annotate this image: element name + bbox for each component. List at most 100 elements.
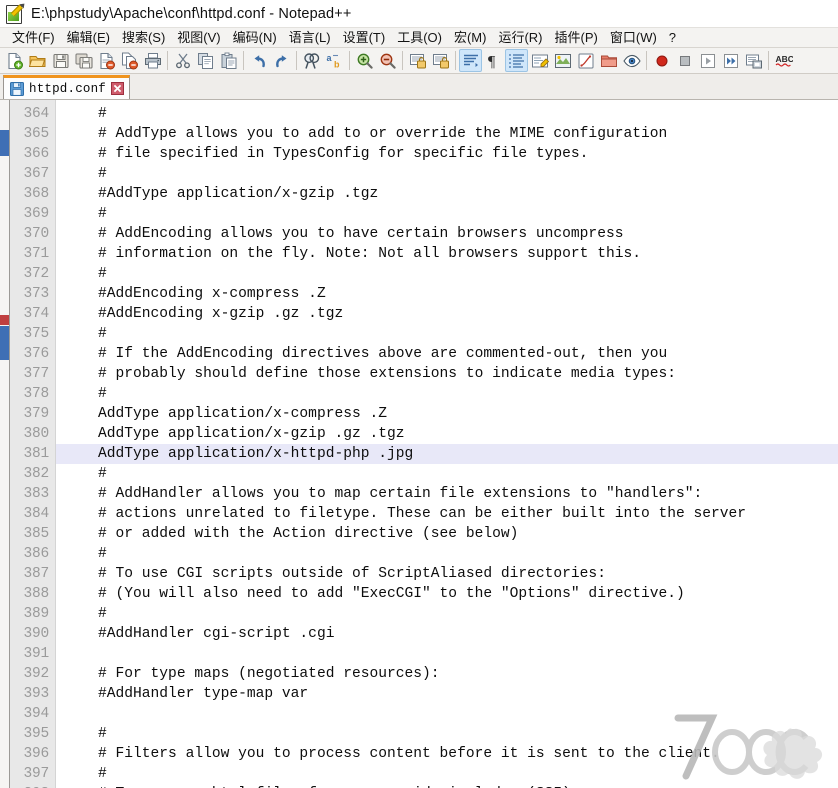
svg-text:ABC: ABC xyxy=(775,54,793,64)
close-all-icon[interactable] xyxy=(118,49,141,72)
code-line: # If the AddEncoding directives above ar… xyxy=(98,346,668,362)
code-line: # xyxy=(98,466,107,482)
zoom-out-icon[interactable] xyxy=(376,49,399,72)
undo-icon[interactable] xyxy=(247,49,270,72)
menu-run[interactable]: 运行(R) xyxy=(492,28,548,47)
menu-language[interactable]: 语言(L) xyxy=(283,28,337,47)
macro-save-icon[interactable] xyxy=(742,49,765,72)
sync-vertical-scroll-icon[interactable] xyxy=(406,49,429,72)
menu-view[interactable]: 视图(V) xyxy=(171,28,226,47)
floppy-save-icon xyxy=(10,81,24,96)
zoom-in-icon[interactable] xyxy=(353,49,376,72)
menu-file[interactable]: 文件(F) xyxy=(6,28,61,47)
line-number: 370 xyxy=(23,226,49,242)
code-line: # file specified in TypesConfig for spec… xyxy=(98,146,589,162)
line-number: 395 xyxy=(23,726,49,742)
user-defined-language-icon[interactable] xyxy=(528,49,551,72)
menu-window[interactable]: 窗口(W) xyxy=(604,28,663,47)
line-number: 389 xyxy=(23,606,49,622)
tab-bar: httpd.conf xyxy=(0,74,838,100)
code-line: # To parse .shtml files for server side … xyxy=(56,784,838,788)
menu-plugins[interactable]: 插件(P) xyxy=(549,28,604,47)
new-file-icon[interactable] xyxy=(3,49,26,72)
indent-guide-icon[interactable] xyxy=(505,49,528,72)
show-all-characters-icon[interactable]: ¶ xyxy=(482,49,505,72)
line-number: 375 xyxy=(23,326,49,342)
document-map-icon[interactable] xyxy=(551,49,574,72)
copy-icon[interactable] xyxy=(194,49,217,72)
line-number: 391 xyxy=(23,646,49,662)
function-list-icon[interactable] xyxy=(574,49,597,72)
code-line: # xyxy=(98,386,107,402)
line-number: 382 xyxy=(23,466,49,482)
separator-7 xyxy=(646,51,647,70)
line-number: 388 xyxy=(23,586,49,602)
line-number: 371 xyxy=(23,246,49,262)
find-icon[interactable] xyxy=(300,49,323,72)
sync-horizontal-scroll-icon[interactable] xyxy=(429,49,452,72)
line-number: 383 xyxy=(23,486,49,502)
line-number: 364 xyxy=(23,106,49,122)
menu-macro[interactable]: 宏(M) xyxy=(448,28,493,47)
code-line: # xyxy=(98,266,107,282)
close-file-icon[interactable] xyxy=(95,49,118,72)
line-number-gutter: 364 365 366 367 368 369 370 371 372 373 … xyxy=(10,100,56,788)
code-line: #AddEncoding x-compress .Z xyxy=(98,286,326,302)
line-number: 392 xyxy=(23,666,49,682)
redo-icon[interactable] xyxy=(270,49,293,72)
macro-play-icon[interactable] xyxy=(696,49,719,72)
macro-record-icon[interactable] xyxy=(650,49,673,72)
tab-httpd-conf[interactable]: httpd.conf xyxy=(3,75,131,99)
line-number: 366 xyxy=(23,146,49,162)
line-number: 385 xyxy=(23,526,49,542)
save-all-icon[interactable] xyxy=(72,49,95,72)
menu-edit[interactable]: 编辑(E) xyxy=(61,28,116,47)
code-line: # xyxy=(98,166,107,182)
save-icon[interactable] xyxy=(49,49,72,72)
separator-3 xyxy=(296,51,297,70)
spell-check-icon[interactable]: ABC xyxy=(772,49,795,72)
code-line: # or added with the Action directive (se… xyxy=(98,526,519,542)
line-number: 387 xyxy=(23,566,49,582)
menu-help[interactable]: ? xyxy=(663,28,682,47)
svg-text:b: b xyxy=(334,59,340,69)
code-line: # actions unrelated to filetype. These c… xyxy=(98,506,747,522)
code-text-area[interactable]: # # AddType allows you to add to or over… xyxy=(56,100,838,788)
monitoring-icon[interactable] xyxy=(620,49,643,72)
menu-search[interactable]: 搜索(S) xyxy=(116,28,171,47)
separator-1 xyxy=(167,51,168,70)
folder-as-workspace-icon[interactable] xyxy=(597,49,620,72)
paste-icon[interactable] xyxy=(217,49,240,72)
macro-stop-icon[interactable] xyxy=(673,49,696,72)
menu-bar: 文件(F) 编辑(E) 搜索(S) 视图(V) 编码(N) 语言(L) 设置(T… xyxy=(0,27,838,48)
separator-2 xyxy=(243,51,244,70)
replace-icon[interactable]: a b xyxy=(323,49,346,72)
menu-encoding[interactable]: 编码(N) xyxy=(227,28,283,47)
line-number: 369 xyxy=(23,206,49,222)
bookmark-margin[interactable] xyxy=(0,100,10,788)
toolbar: a b ¶ ABC xyxy=(0,48,838,74)
code-line: # To use CGI scripts outside of ScriptAl… xyxy=(98,566,606,582)
close-tab-icon[interactable] xyxy=(111,82,125,95)
line-number: 394 xyxy=(23,706,49,722)
code-line: # xyxy=(98,106,107,122)
code-line: # AddType allows you to add to or overri… xyxy=(98,126,668,142)
cut-icon[interactable] xyxy=(171,49,194,72)
menu-settings[interactable]: 设置(T) xyxy=(337,28,392,47)
code-line: #AddEncoding x-gzip .gz .tgz xyxy=(98,306,344,322)
code-line: # probably should define those extension… xyxy=(98,366,677,382)
code-line: #AddHandler type-map var xyxy=(98,686,309,702)
line-number: 384 xyxy=(23,506,49,522)
line-number: 374 xyxy=(23,306,49,322)
word-wrap-icon[interactable] xyxy=(459,49,482,72)
editor-area[interactable]: 364 365 366 367 368 369 370 371 372 373 … xyxy=(0,100,838,788)
line-number: 396 xyxy=(23,746,49,762)
code-line: # xyxy=(98,546,107,562)
menu-tools[interactable]: 工具(O) xyxy=(391,28,448,47)
print-icon[interactable] xyxy=(141,49,164,72)
open-file-icon[interactable] xyxy=(26,49,49,72)
line-number: 367 xyxy=(23,166,49,182)
macro-play-multiple-icon[interactable] xyxy=(719,49,742,72)
